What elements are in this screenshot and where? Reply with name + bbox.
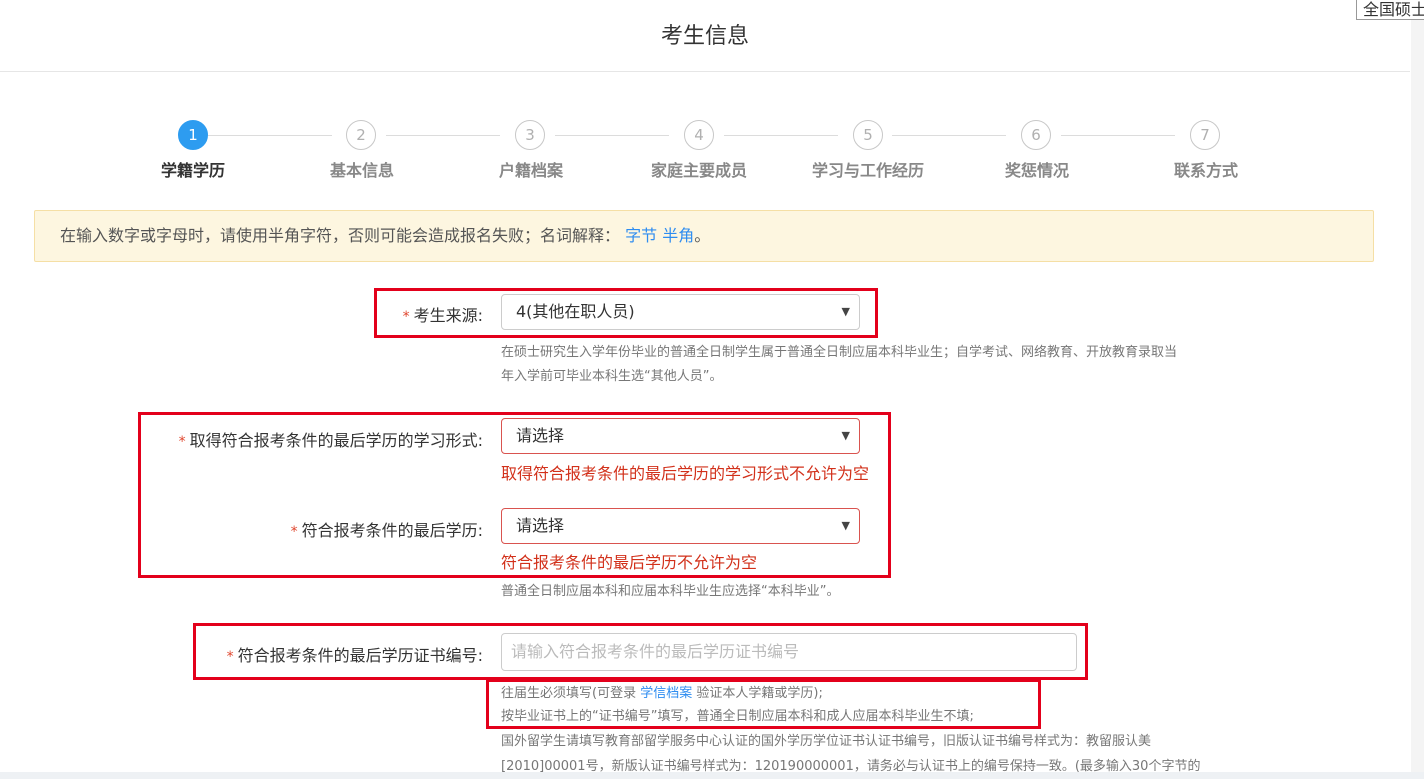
step-6-label[interactable]: 奖惩情况 [957, 157, 1117, 181]
step-1-circle[interactable]: 1 [178, 120, 208, 150]
step-4-circle[interactable]: 4 [684, 120, 714, 150]
step-7-circle[interactable]: 7 [1190, 120, 1220, 150]
highlight-box [374, 288, 878, 338]
source-help-1: 在硕士研究生入学年份毕业的普通全日制学生属于普通全日制应届本科毕业生；自学考试、… [501, 345, 1178, 360]
notice-end: 。 [694, 226, 711, 245]
corner-tab[interactable]: 全国硕士 [1356, 0, 1424, 20]
step-connector [386, 135, 500, 136]
last-degree-help: 普通全日制应届本科和应届本科毕业生应选择“本科毕业”。 [501, 584, 840, 599]
step-connector [1061, 135, 1175, 136]
step-3-circle[interactable]: 3 [515, 120, 545, 150]
step-6-circle[interactable]: 6 [1021, 120, 1051, 150]
highlight-box [486, 679, 1041, 729]
step-connector [892, 135, 1006, 136]
notice-text: 在输入数字或字母时，请使用半角字符，否则可能会造成报名失败；名词解释： [60, 226, 621, 245]
step-2-circle[interactable]: 2 [346, 120, 376, 150]
step-connector [555, 135, 669, 136]
source-help-2: 年入学前可毕业本科生选“其他人员”。 [501, 369, 723, 384]
highlight-box [138, 412, 891, 578]
step-connector [208, 135, 332, 136]
step-4-label[interactable]: 家庭主要成员 [619, 157, 779, 181]
step-5-label[interactable]: 学习与工作经历 [788, 157, 948, 181]
step-1-label[interactable]: 学籍学历 [113, 157, 273, 181]
step-connector [724, 135, 838, 136]
step-5-circle[interactable]: 5 [853, 120, 883, 150]
cert-no-help-3: 国外留学生请填写教育部留学服务中心认证的国外学历学位证书认证书编号，旧版认证书编… [501, 734, 1152, 749]
bottom-bar [0, 772, 1424, 779]
step-2-label[interactable]: 基本信息 [282, 157, 442, 181]
scrollbar[interactable] [1411, 20, 1424, 779]
notice-link-halfwidth[interactable]: 半角 [662, 226, 694, 245]
notice-link-byte[interactable]: 字节 [625, 226, 657, 245]
step-7-label[interactable]: 联系方式 [1126, 157, 1286, 181]
page-title: 考生信息 [660, 24, 749, 49]
notice-banner: 在输入数字或字母时，请使用半角字符，否则可能会造成报名失败；名词解释： 字节 半… [34, 210, 1374, 262]
header-divider [0, 71, 1410, 72]
step-3-label[interactable]: 户籍档案 [451, 157, 611, 181]
highlight-box [193, 623, 1088, 680]
